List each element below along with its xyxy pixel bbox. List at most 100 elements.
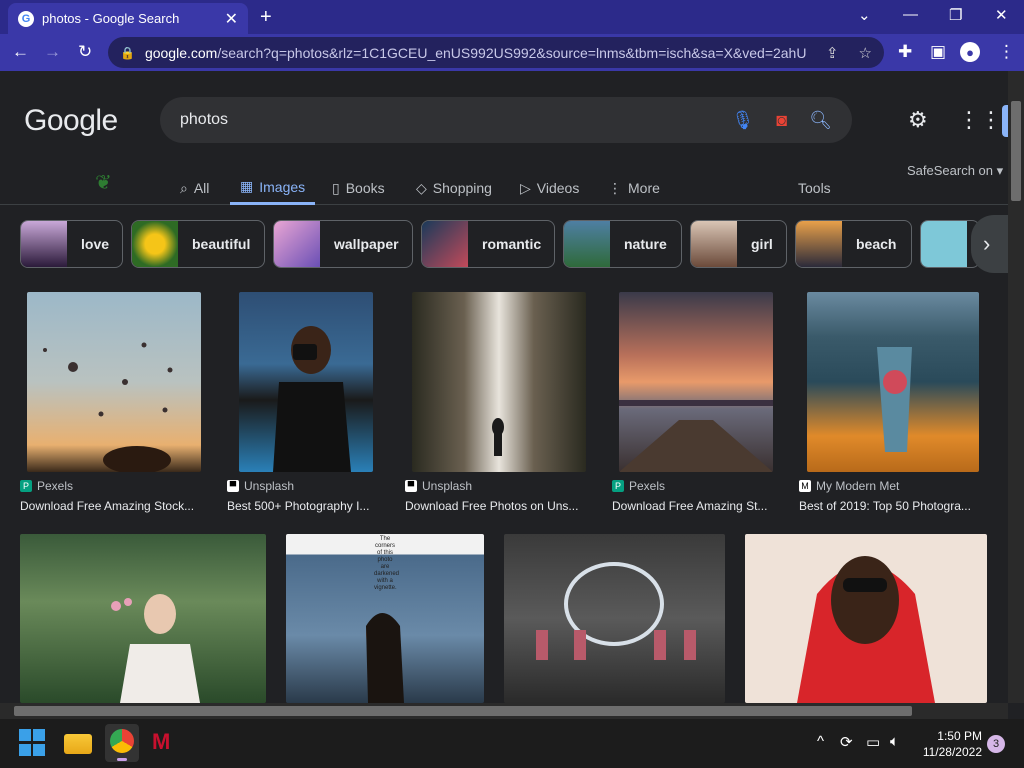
- vertical-scrollbar[interactable]: [1008, 71, 1024, 703]
- chevron-down-icon[interactable]: ⌄: [858, 6, 871, 24]
- result-source[interactable]: M My Modern Met: [799, 479, 899, 493]
- lens-camera-icon[interactable]: ◙: [776, 110, 787, 131]
- result-image-woman-vignette[interactable]: The corners of this photo are darkened w…: [286, 534, 484, 703]
- chip-thumbnail: [921, 221, 967, 267]
- tab-videos[interactable]: ▷ Videos: [520, 171, 579, 205]
- new-tab-icon[interactable]: +: [260, 6, 272, 29]
- result-image-smiling-woman[interactable]: [745, 534, 987, 703]
- result-caption[interactable]: Download Free Amazing Stock...: [20, 499, 204, 513]
- volume-icon[interactable]: 🔈︎: [890, 733, 899, 750]
- tab-all[interactable]: ⌕ All: [180, 171, 209, 205]
- profile-icon[interactable]: ●: [960, 42, 980, 62]
- search-icon: ⌕: [180, 179, 188, 196]
- close-window-icon[interactable]: ✕: [995, 6, 1008, 24]
- gear-icon[interactable]: ⚙: [908, 107, 928, 133]
- menu-dots-icon[interactable]: ⋮: [998, 42, 1015, 62]
- search-input[interactable]: photos: [180, 111, 709, 129]
- microphone-icon[interactable]: 🎙: [731, 110, 754, 131]
- chip-romantic[interactable]: romantic: [421, 220, 555, 268]
- chip-thumbnail: [796, 221, 842, 267]
- chip-beach[interactable]: beach: [795, 220, 912, 268]
- chrome-taskbar-button[interactable]: [105, 724, 139, 762]
- chrome-icon: [110, 729, 134, 753]
- chip-thumbnail: [274, 221, 320, 267]
- chip-thumbnail: [422, 221, 468, 267]
- result-image-woman-flowers[interactable]: [20, 534, 266, 703]
- browser-tab[interactable]: G photos - Google Search ✕: [8, 3, 248, 34]
- file-explorer-icon[interactable]: [64, 734, 92, 754]
- result-image-pier[interactable]: [619, 292, 773, 472]
- forward-icon[interactable]: →: [44, 42, 61, 62]
- tab-more[interactable]: ⋮ More: [608, 171, 660, 205]
- result-caption[interactable]: Download Free Amazing St...: [612, 499, 772, 513]
- restore-icon[interactable]: ❐: [949, 6, 962, 24]
- result-image-water-play[interactable]: [504, 534, 725, 703]
- address-bar[interactable]: 🔒 google.com/search?q=photos&rlz=1C1GCEU…: [108, 37, 884, 68]
- search-icon[interactable]: 🔍︎: [809, 110, 832, 131]
- windows-taskbar: M ^ ⟳ ▭ 🔈︎ 1:50 PM 11/28/2022 3: [0, 719, 1024, 768]
- tools-button[interactable]: Tools: [798, 171, 831, 205]
- back-icon[interactable]: ←: [12, 42, 29, 62]
- chip-nature[interactable]: nature: [563, 220, 682, 268]
- vertical-scroll-thumb[interactable]: [1011, 101, 1021, 201]
- chip-love[interactable]: love: [20, 220, 123, 268]
- chip-wallpaper[interactable]: wallpaper: [273, 220, 413, 268]
- side-panel-icon[interactable]: ▣: [930, 42, 946, 62]
- result-image-balloons[interactable]: [27, 292, 201, 472]
- minimize-icon[interactable]: —: [903, 6, 918, 23]
- url-host: google.com: [144, 44, 218, 61]
- apps-grid-icon[interactable]: ⋮⋮: [958, 107, 1002, 133]
- result-caption[interactable]: Download Free Photos on Uns...: [405, 499, 583, 513]
- result-image-forest-path[interactable]: [412, 292, 586, 472]
- vignette-note: The corners of this photo are darkened w…: [374, 536, 400, 591]
- my-modern-met-icon: M: [799, 480, 811, 492]
- notification-badge[interactable]: 3: [987, 735, 1005, 753]
- result-caption[interactable]: Best 500+ Photography I...: [227, 499, 375, 513]
- book-icon: ▯: [332, 179, 340, 196]
- horizontal-scroll-thumb[interactable]: [14, 706, 912, 716]
- horizontal-scrollbar[interactable]: [0, 703, 1008, 719]
- result-source[interactable]: P Pexels: [20, 479, 73, 493]
- tab-shopping[interactable]: ◇ Shopping: [416, 171, 492, 205]
- smiling-woman-illustration: [797, 556, 935, 703]
- mcafee-icon[interactable]: M: [152, 729, 180, 757]
- result-caption[interactable]: Best of 2019: Top 50 Photogra...: [799, 499, 979, 513]
- chip-thumbnail: [132, 221, 178, 267]
- safesearch-toggle[interactable]: SafeSearch on ▾: [907, 163, 1003, 179]
- search-box[interactable]: photos 🎙 ◙ 🔍︎: [160, 97, 852, 143]
- chip-girl[interactable]: girl: [690, 220, 787, 268]
- result-image-boat-flowers[interactable]: [807, 292, 979, 472]
- title-bar: G photos - Google Search ✕ + ⌄ — ❐ ✕: [0, 0, 1024, 34]
- google-logo[interactable]: Google: [24, 104, 118, 138]
- extensions-icon[interactable]: ✚: [898, 42, 912, 62]
- search-nav: ⌕ All ▦ Images ▯ Books ◇ Shopping ▷ Videos ⋮ M…: [0, 171, 1008, 205]
- sync-icon[interactable]: ⟳: [840, 733, 853, 751]
- close-tab-icon[interactable]: ✕: [225, 9, 238, 29]
- tab-title: photos - Google Search: [42, 11, 180, 26]
- share-icon[interactable]: ⇪: [826, 44, 839, 62]
- chip-beautiful[interactable]: beautiful: [131, 220, 265, 268]
- google-favicon-icon: G: [18, 10, 34, 27]
- chevron-right-icon[interactable]: ›: [971, 215, 1008, 273]
- clock[interactable]: 1:50 PM 11/28/2022: [918, 728, 982, 760]
- reload-icon[interactable]: ↻: [78, 42, 92, 62]
- url-path: /search?q=photos&rlz=1C1GCEU_enUS992US99…: [217, 44, 806, 61]
- tag-icon: ◇: [416, 179, 427, 196]
- star-icon[interactable]: ☆: [859, 44, 872, 62]
- chip-thumbnail: [21, 221, 67, 267]
- image-icon: ▦: [240, 178, 254, 194]
- tab-images[interactable]: ▦ Images: [230, 171, 316, 205]
- result-source[interactable]: ▀ Unsplash: [227, 479, 294, 493]
- result-source[interactable]: ▀ Unsplash: [405, 479, 472, 493]
- tab-books[interactable]: ▯ Books: [332, 171, 385, 205]
- browser-toolbar: ← → ↻ 🔒 google.com/search?q=photos&rlz=1…: [0, 34, 1024, 71]
- result-image-photographer[interactable]: [239, 292, 373, 472]
- pexels-icon: P: [612, 480, 624, 492]
- network-icon[interactable]: ▭: [866, 733, 880, 751]
- photographer-illustration: [273, 326, 351, 472]
- windows-start-icon[interactable]: [19, 729, 47, 757]
- result-source[interactable]: P Pexels: [612, 479, 665, 493]
- balloons-illustration: [43, 342, 173, 472]
- chevron-up-icon[interactable]: ^: [817, 733, 824, 750]
- unsplash-icon: ▀: [227, 480, 239, 492]
